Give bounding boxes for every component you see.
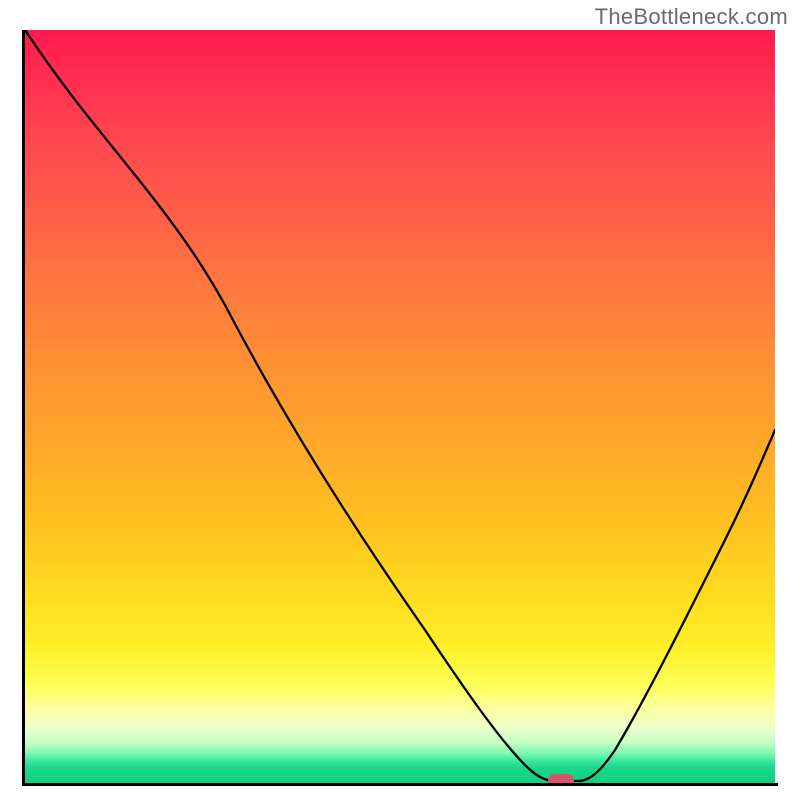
chart-plot-area (25, 30, 775, 783)
bottleneck-curve (25, 30, 775, 781)
chart-svg (25, 30, 775, 783)
watermark-text: TheBottleneck.com (595, 4, 788, 30)
optimal-marker (548, 774, 574, 783)
